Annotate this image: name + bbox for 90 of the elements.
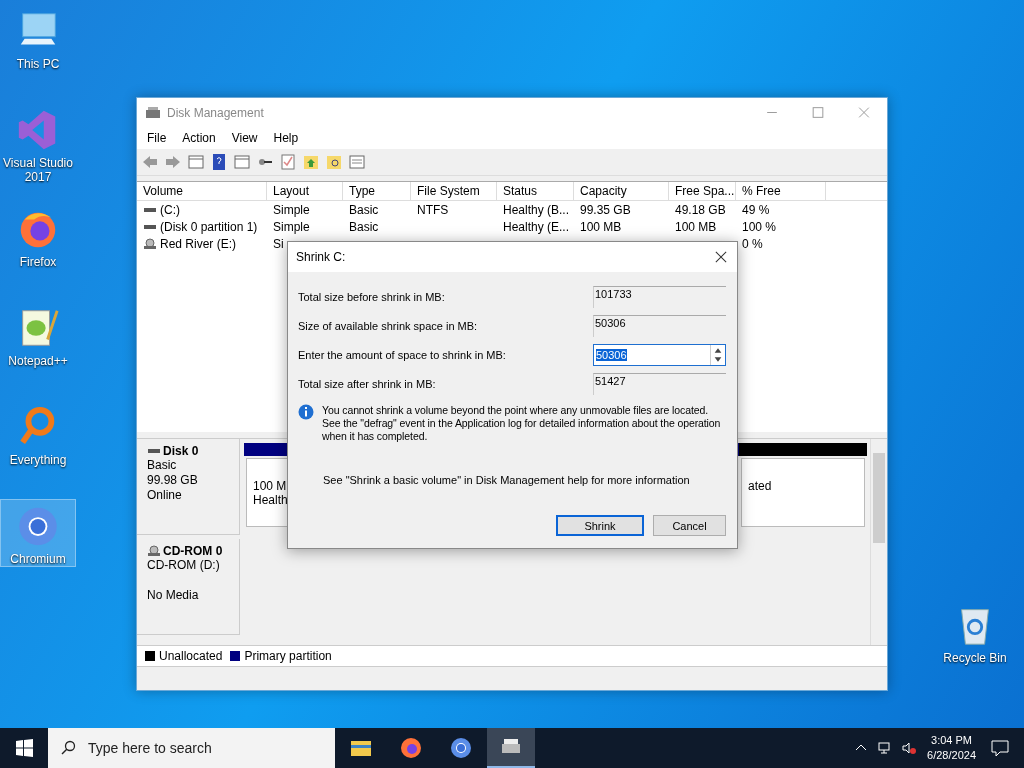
info-text: You cannot shrink a volume beyond the point where any unmovable files are located. See the "defrag" event in the Application log for detailed information about the operation when it has completed. <box>322 404 722 443</box>
disk-name: Disk 0 <box>163 444 199 458</box>
desktop-icon[interactable]: Recycle Bin <box>937 598 1013 697</box>
readonly-field: 101733 <box>593 285 726 308</box>
firefox-icon <box>399 736 423 760</box>
column-header[interactable]: Status <box>497 182 574 200</box>
field-label: Total size before shrink in MB: <box>298 290 445 303</box>
field-label: Enter the amount of space to shrink in MB: <box>298 348 506 361</box>
notification-icon[interactable] <box>990 738 1010 758</box>
icon-label: This PC <box>16 57 60 71</box>
clock[interactable]: 3:04 PM 6/28/2024 <box>927 733 976 763</box>
icon-label: Notepad++ <box>8 354 68 368</box>
help-icon[interactable] <box>210 153 228 171</box>
disk-info: CD-ROM (D:) <box>147 558 221 573</box>
column-header[interactable]: Free Spa... <box>669 182 736 200</box>
table-cell: 49 % <box>742 202 770 217</box>
table-cell: NTFS <box>417 202 449 217</box>
menu-item[interactable]: Help <box>265 131 307 145</box>
disk-name: CD-ROM 0 <box>163 544 223 558</box>
help-text: See "Shrink a basic volume" in Disk Management help for more information <box>323 474 691 486</box>
volume-muted-icon[interactable] <box>901 740 918 756</box>
table-cell: 100 MB <box>675 219 717 234</box>
scrollbar[interactable] <box>870 439 887 645</box>
column-header[interactable]: Volume <box>137 182 267 200</box>
legend-label: Primary partition <box>244 649 332 663</box>
table-cell: Basic <box>349 202 379 217</box>
disk-info: No Media <box>147 588 200 603</box>
disk-info: Online <box>147 488 183 503</box>
table-cell: (Disk 0 partition 1) <box>160 219 258 234</box>
checklist-icon[interactable] <box>279 153 297 171</box>
search-field[interactable]: Type here to search <box>48 728 335 768</box>
desktop-icon[interactable]: This PC <box>0 4 76 103</box>
drive-icon <box>145 104 161 121</box>
folder-search-icon[interactable] <box>325 153 343 171</box>
table-cell: 99.35 GB <box>580 202 631 217</box>
partition-text: ated <box>748 479 772 493</box>
partition-text: 100 M <box>253 479 287 493</box>
column-header[interactable]: Layout <box>267 182 343 200</box>
disk-info: Basic <box>147 458 178 473</box>
menu-item[interactable]: File <box>139 131 175 145</box>
readonly-field: 51427 <box>593 372 726 395</box>
folder-up-icon[interactable] <box>302 153 320 171</box>
legend-label: Unallocated <box>159 649 223 663</box>
field-label: Size of available shrink space in MB: <box>298 319 478 332</box>
column-header[interactable]: Type <box>343 182 411 200</box>
table-cell: 100 % <box>742 219 777 234</box>
taskbar-app[interactable] <box>487 728 535 768</box>
info-icon <box>298 404 314 420</box>
dialog-button[interactable]: Cancel <box>653 515 726 536</box>
icon-label: Visual Studio 2017 <box>2 156 74 184</box>
table-cell: 0 % <box>742 236 763 251</box>
window-icon[interactable] <box>233 153 251 171</box>
readonly-field: 50306 <box>593 314 726 337</box>
table-cell: Si <box>273 236 284 251</box>
icon-label: Recycle Bin <box>943 651 1007 665</box>
menu-item[interactable]: Action <box>174 131 224 145</box>
dialog-button[interactable]: Shrink <box>556 515 644 536</box>
table-cell: Simple <box>273 202 310 217</box>
window-title: Disk Management <box>167 105 264 120</box>
close-button[interactable] <box>715 251 727 263</box>
shrink-amount-field[interactable]: 50306 <box>593 343 726 366</box>
dialog-title: Shrink C: <box>296 250 346 264</box>
partition-text: Health <box>253 493 288 507</box>
window-icon[interactable] <box>187 153 205 171</box>
desktop-icon[interactable]: Firefox <box>0 202 76 301</box>
partition-box[interactable]: ated <box>741 458 865 527</box>
table-cell: Simple <box>273 219 310 234</box>
desktop-icon[interactable]: Notepad++ <box>0 301 76 400</box>
desktop-icon[interactable]: Visual Studio 2017 <box>0 103 76 202</box>
menu-item[interactable]: View <box>223 131 266 145</box>
table-cell: Healthy (B... <box>503 202 570 217</box>
disk-info: 99.98 GB <box>147 473 199 488</box>
field-label: Total size after shrink in MB: <box>298 377 436 390</box>
icon-label: Chromium <box>10 552 66 566</box>
cd-drive-icon <box>147 545 161 557</box>
chromium-icon <box>449 736 473 760</box>
icon-label: Firefox <box>19 255 57 269</box>
table-cell: Basic <box>349 219 379 234</box>
search-icon <box>60 740 76 756</box>
table-cell: (C:) <box>160 202 180 217</box>
column-header[interactable]: File System <box>411 182 497 200</box>
table-cell: 100 MB <box>580 219 622 234</box>
desktop-icon[interactable]: Everything <box>0 400 76 499</box>
icon-label: Everything <box>9 453 67 467</box>
table-cell: Healthy (E... <box>503 219 570 234</box>
column-header[interactable]: Capacity <box>574 182 669 200</box>
table-cell: Red River (E:) <box>160 236 236 251</box>
column-header[interactable]: % Free <box>736 182 826 200</box>
table-cell: 49.18 GB <box>675 202 726 217</box>
cd-drive-icon <box>143 237 157 250</box>
